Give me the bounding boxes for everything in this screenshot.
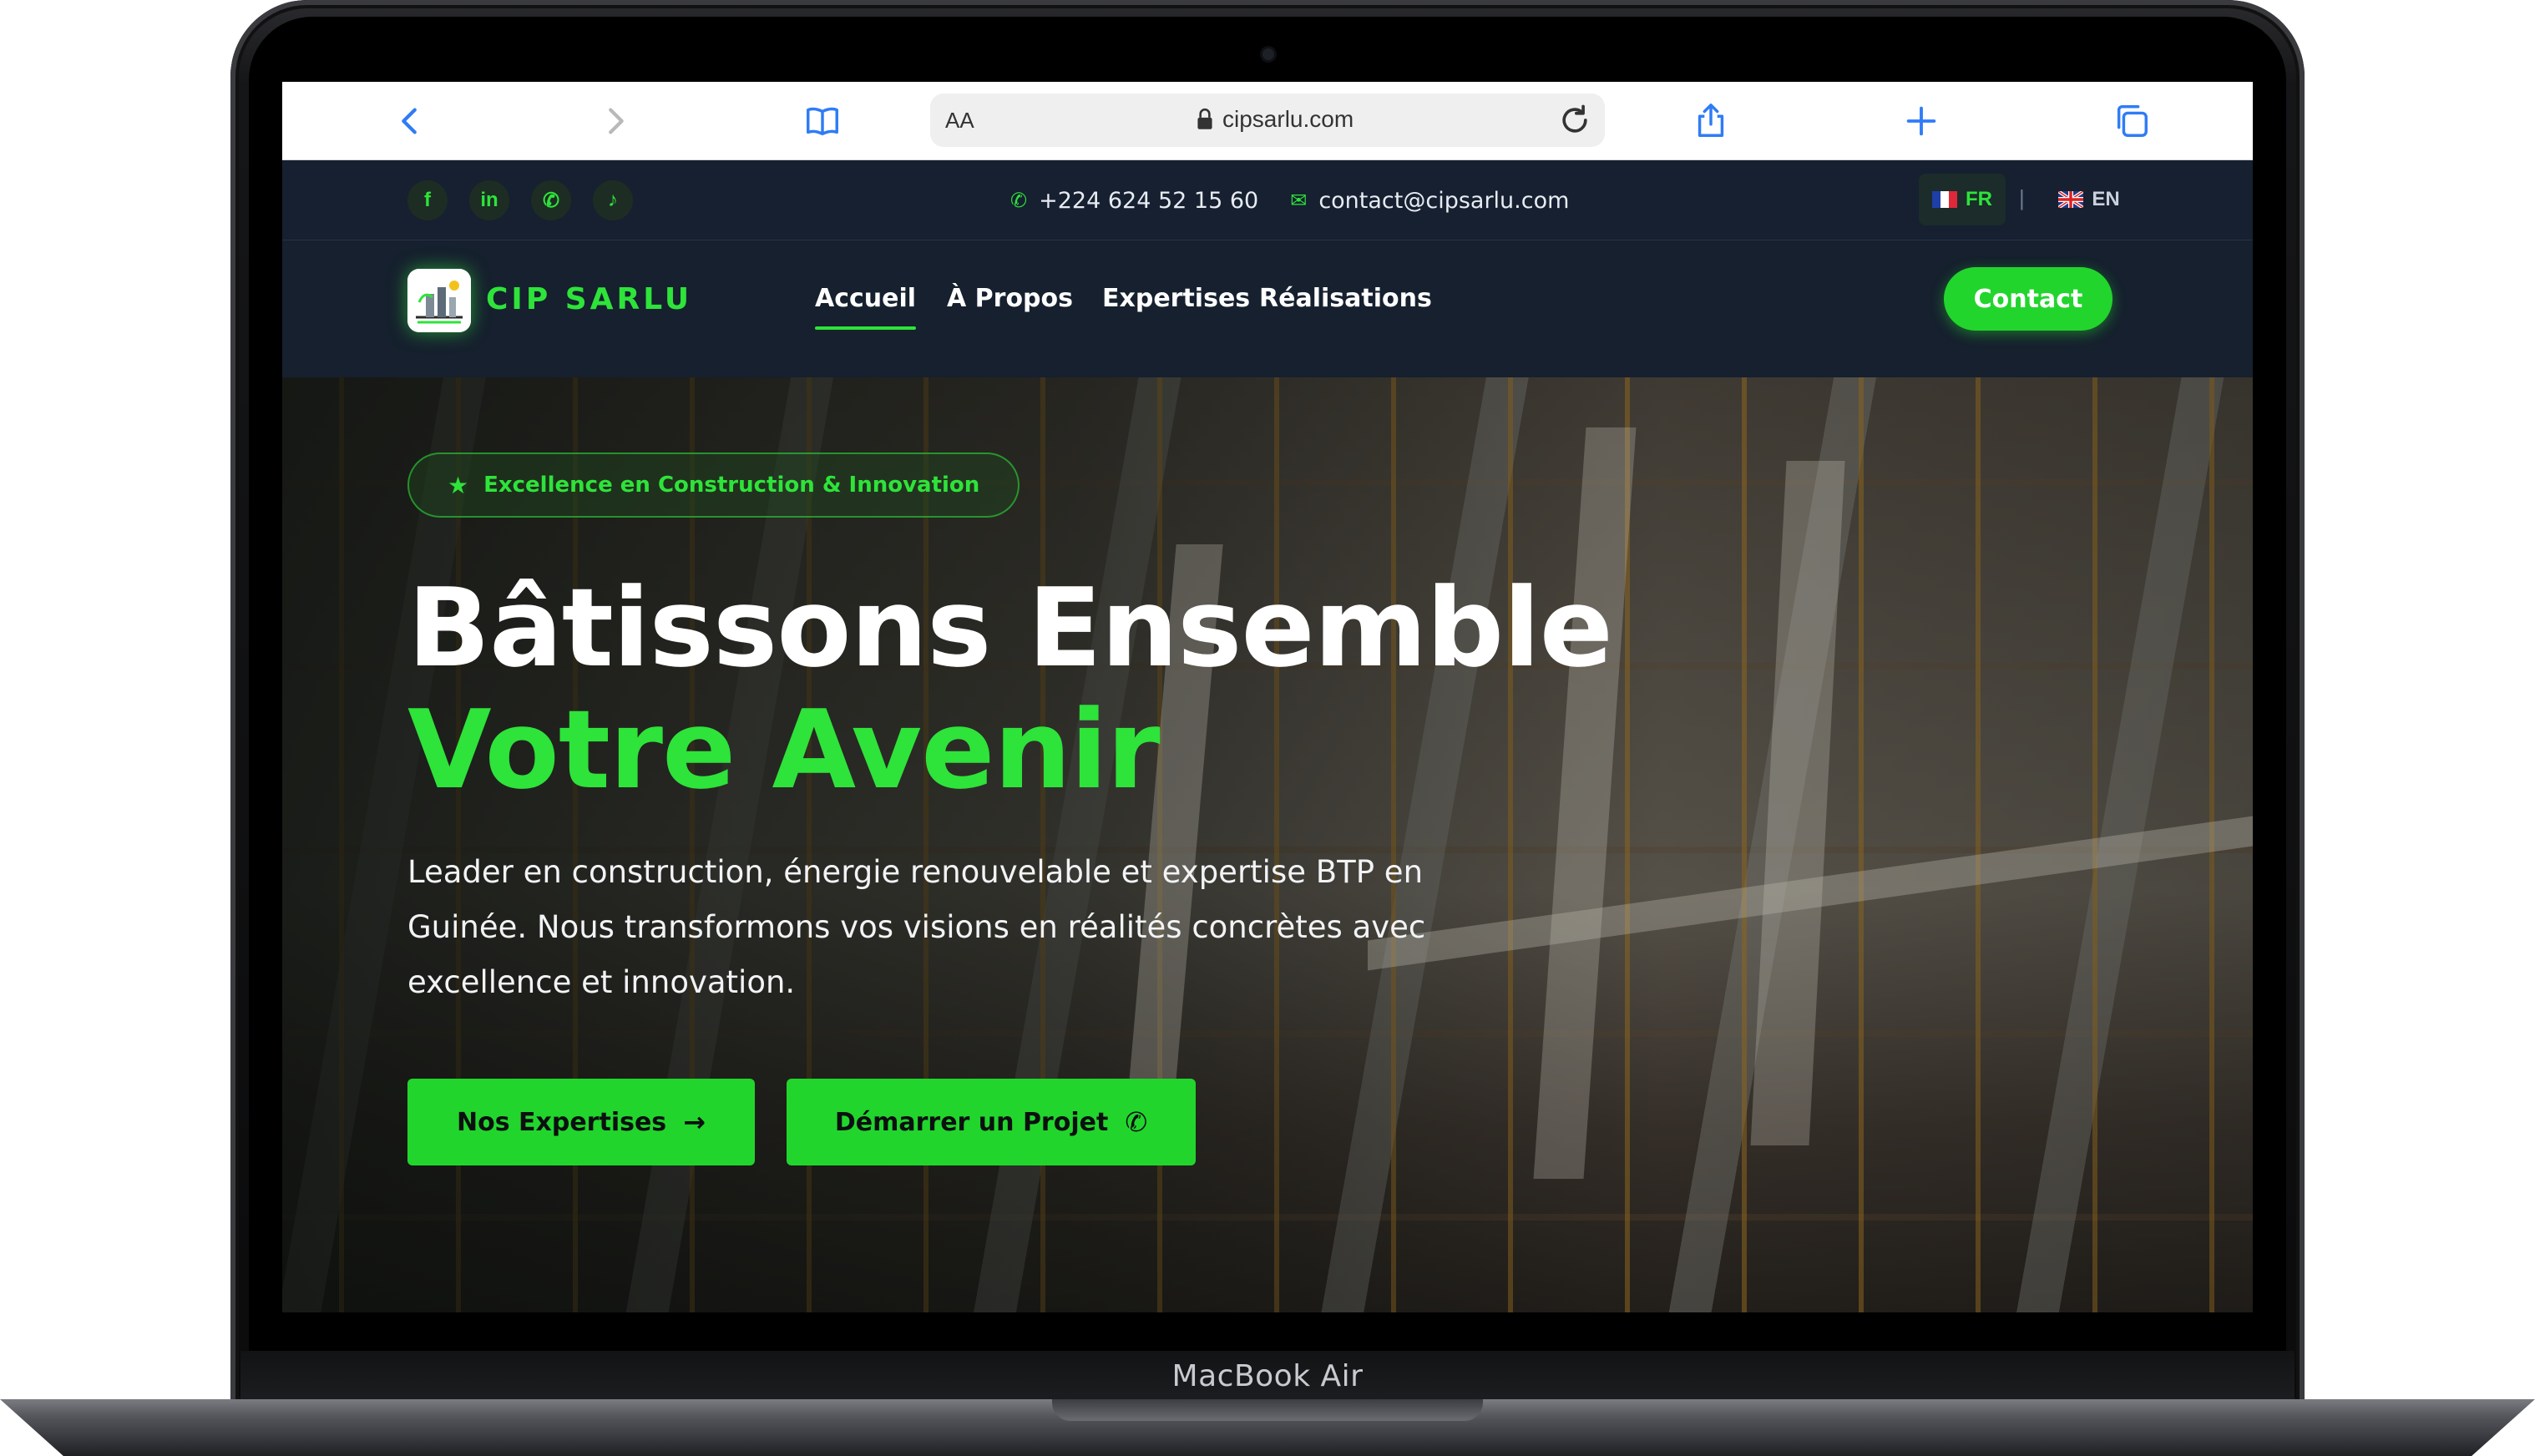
device-label: MacBook Air: [1171, 1358, 1364, 1393]
hero-section: ★ Excellence en Construction & Innovatio…: [282, 377, 2253, 1312]
arrow-right-icon: →: [683, 1106, 706, 1138]
whatsapp-icon[interactable]: ✆: [531, 180, 571, 220]
uk-flag-icon: [2058, 191, 2084, 208]
nos-expertises-label: Nos Expertises: [457, 1107, 667, 1137]
laptop-hinge-notch: [1052, 1399, 1483, 1421]
phone-icon: ✆: [1010, 189, 1028, 212]
top-info-bar: f in ✆ ♪ ✆ +224 624 52 15 60 ✉ contact@c…: [282, 160, 2253, 240]
back-icon[interactable]: [389, 100, 431, 142]
hero-description: Leader en construction, énergie renouvel…: [407, 854, 1426, 1000]
language-fr-label: FR: [1966, 188, 1992, 210]
construction-logo-icon: [407, 269, 471, 332]
new-tab-icon[interactable]: [1900, 100, 1942, 142]
language-en-button[interactable]: EN: [2046, 174, 2133, 225]
phone-number[interactable]: +224 624 52 15 60: [1039, 188, 1258, 214]
language-fr-button[interactable]: FR: [1919, 174, 2006, 225]
brand-name[interactable]: CIP SARLU: [486, 282, 692, 316]
star-icon: ★: [448, 471, 469, 499]
nos-expertises-button[interactable]: Nos Expertises →: [407, 1079, 755, 1165]
nav-link-realisations[interactable]: Réalisations: [1259, 284, 1432, 313]
nav-link-a-propos[interactable]: À Propos: [947, 284, 1073, 313]
browser-window: AA cipsarlu.com f in ✆ ♪ ✆ +224 624 52 1…: [282, 82, 2253, 1312]
hero-title-line2: Votre Avenir: [407, 686, 1161, 813]
nav-link-expertises[interactable]: Expertises: [1102, 284, 1250, 313]
tabs-icon[interactable]: [2111, 100, 2153, 142]
hero-title-line1: Bâtissons Ensemble: [407, 564, 1613, 691]
main-navigation: CIP SARLU Accueil À Propos Expertises Ré…: [282, 240, 2253, 377]
phone-icon: ✆: [1125, 1106, 1148, 1138]
demarrer-projet-label: Démarrer un Projet: [834, 1107, 1109, 1137]
facebook-icon[interactable]: f: [407, 180, 448, 220]
reader-aa-label[interactable]: AA: [945, 108, 974, 134]
bookmarks-icon[interactable]: [802, 100, 843, 142]
language-en-label: EN: [2092, 188, 2120, 210]
reload-icon[interactable]: [1556, 102, 1593, 139]
email-address[interactable]: contact@cipsarlu.com: [1318, 188, 1569, 214]
tiktok-icon[interactable]: ♪: [593, 180, 633, 220]
contact-button[interactable]: Contact: [1944, 267, 2112, 331]
linkedin-icon[interactable]: in: [469, 180, 509, 220]
camera: [1262, 48, 1274, 60]
contact-info: ✆ +224 624 52 15 60 ✉ contact@cipsarlu.c…: [1010, 160, 1569, 240]
company-logo[interactable]: [407, 269, 471, 332]
hero-background-column: [1750, 461, 1845, 1145]
hero-background-column: [1533, 427, 1637, 1179]
demarrer-projet-button[interactable]: Démarrer un Projet ✆: [787, 1079, 1196, 1165]
language-separator: |: [2019, 185, 2025, 210]
hero-badge: ★ Excellence en Construction & Innovatio…: [407, 452, 1020, 518]
mail-icon: ✉: [1290, 189, 1308, 212]
browser-toolbar: AA cipsarlu.com: [282, 82, 2253, 160]
lock-icon: [1197, 109, 1212, 129]
france-flag-icon: [1932, 191, 1957, 208]
hero-badge-label: Excellence en Construction & Innovation: [483, 473, 980, 498]
address-bar[interactable]: AA cipsarlu.com: [930, 94, 1605, 147]
url-text[interactable]: cipsarlu.com: [1222, 106, 1354, 133]
share-icon[interactable]: [1690, 100, 1732, 142]
laptop-chin: MacBook Air: [240, 1351, 2295, 1401]
forward-icon[interactable]: [595, 100, 636, 142]
nav-link-accueil[interactable]: Accueil: [815, 284, 917, 330]
